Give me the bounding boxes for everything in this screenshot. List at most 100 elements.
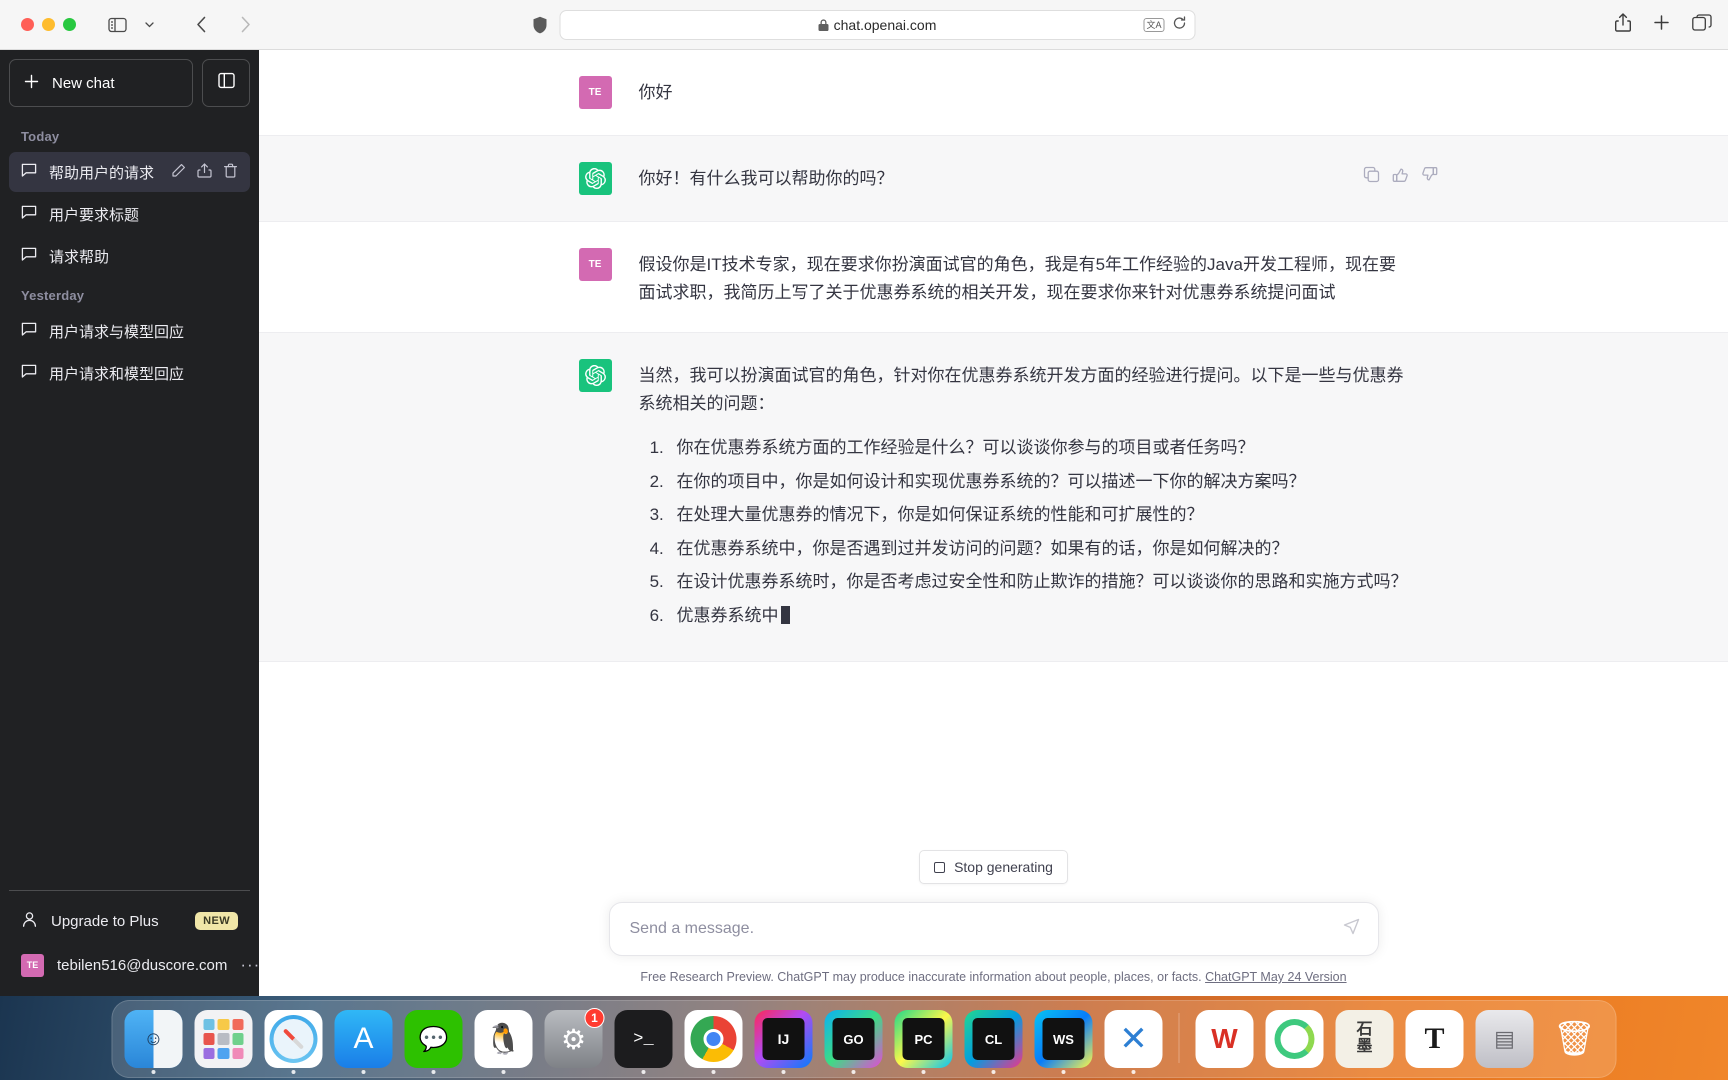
running-indicator	[432, 1070, 436, 1074]
dock-item-webstorm[interactable]: WS	[1033, 1010, 1095, 1077]
history-group-today: Today 帮助用户的请求	[9, 119, 250, 276]
chat-bubble-icon	[21, 162, 37, 182]
stop-generating-button[interactable]: Stop generating	[919, 850, 1068, 884]
trash-icon[interactable]	[223, 163, 238, 182]
message-composer[interactable]	[609, 902, 1379, 956]
copy-icon[interactable]	[1363, 166, 1380, 188]
downloads-stack-icon: ▤	[1476, 1010, 1534, 1068]
ellipsis-icon[interactable]: ···	[240, 955, 260, 975]
chat-history-item[interactable]: 用户请求与模型回应	[9, 311, 250, 351]
new-chat-button[interactable]: New chat	[9, 59, 193, 107]
dock-item-trash[interactable]: 🗑	[1544, 1010, 1606, 1077]
minimize-window-button[interactable]	[42, 18, 55, 31]
chevron-down-icon[interactable]	[134, 12, 164, 38]
running-indicator	[1062, 1070, 1066, 1074]
chat-message-assistant: 你好！有什么我可以帮助你的吗？	[259, 135, 1728, 222]
notification-badge: 1	[585, 1008, 605, 1028]
close-window-button[interactable]	[21, 18, 34, 31]
shimo-docs-icon: 石墨	[1336, 1010, 1394, 1068]
chat-history-item[interactable]: 帮助用户的请求	[9, 152, 250, 192]
running-indicator	[712, 1070, 716, 1074]
dock-item-goland[interactable]: GO	[823, 1010, 885, 1077]
lock-icon	[819, 19, 829, 31]
system-settings-icon: ⚙1	[545, 1010, 603, 1068]
dock-item-pycharm[interactable]: PC	[893, 1010, 955, 1077]
sidebar-toggle-icon[interactable]	[102, 12, 132, 38]
dock-item-launchpad[interactable]	[193, 1010, 255, 1077]
desktop-background: ☺	[0, 996, 1728, 1080]
chat-bubble-icon	[21, 321, 37, 341]
history-group-label: Yesterday	[9, 278, 250, 311]
app-store-icon: A	[335, 1010, 393, 1068]
chat-history-item[interactable]: 用户请求和模型回应	[9, 353, 250, 393]
reload-icon[interactable]	[1173, 16, 1187, 33]
dock-item-clion[interactable]: CL	[963, 1010, 1025, 1077]
browser-right-controls	[1615, 0, 1712, 49]
history-group-label: Today	[9, 119, 250, 152]
dock-item-vs-code[interactable]: ✕	[1103, 1010, 1165, 1077]
typora-icon: T	[1406, 1010, 1464, 1068]
share-icon[interactable]	[197, 163, 212, 182]
url-input[interactable]: chat.openai.com 文A	[560, 10, 1196, 40]
send-icon[interactable]	[1343, 918, 1360, 940]
tab-overview-icon[interactable]	[1692, 14, 1712, 36]
running-indicator	[852, 1070, 856, 1074]
dock-item-finder[interactable]: ☺	[123, 1010, 185, 1077]
edit-icon[interactable]	[171, 163, 186, 182]
dock-item-system-settings[interactable]: ⚙1	[543, 1010, 605, 1077]
dock-item-safari[interactable]	[263, 1010, 325, 1077]
dock-item-app-store[interactable]: A	[333, 1010, 395, 1077]
sidebar: New chat Today	[0, 50, 259, 996]
list-item: 在设计优惠券系统时，你是否考虑过安全性和防止欺诈的措施？可以谈谈你的思路和实施方…	[669, 568, 1409, 596]
dock-item-wps-office[interactable]: W	[1194, 1010, 1256, 1077]
upgrade-to-plus-button[interactable]: Upgrade to Plus NEW	[9, 899, 250, 943]
message-text: 你好	[639, 79, 1409, 107]
chat-message-user: TE 你好	[259, 50, 1728, 135]
account-row[interactable]: TE tebilen516@duscore.com ···	[9, 943, 250, 987]
dock-item-typora[interactable]: T	[1404, 1010, 1466, 1077]
stop-generating-container: Stop generating	[259, 850, 1728, 884]
dock-item-qq[interactable]: 🐧	[473, 1010, 535, 1077]
running-indicator	[782, 1070, 786, 1074]
window-traffic-lights	[21, 18, 76, 31]
share-icon[interactable]	[1615, 13, 1631, 37]
translate-icon[interactable]: 文A	[1143, 18, 1164, 32]
message-text: 你好！有什么我可以帮助你的吗？	[639, 165, 1409, 193]
collapse-sidebar-button[interactable]	[202, 59, 250, 107]
composer-area: Stop generating Free Research Preview. C…	[259, 850, 1728, 996]
chat-history-item[interactable]: 请求帮助	[9, 236, 250, 276]
dock-item-wechat[interactable]: 💬	[403, 1010, 465, 1077]
running-indicator	[1132, 1070, 1136, 1074]
running-indicator	[642, 1070, 646, 1074]
clion-icon: CL	[965, 1010, 1023, 1068]
message-input[interactable]	[630, 920, 1358, 938]
version-link[interactable]: ChatGPT May 24 Version	[1205, 970, 1347, 984]
plus-icon[interactable]	[1653, 14, 1670, 36]
thumbs-up-icon[interactable]	[1392, 166, 1409, 188]
dock-item-thunder[interactable]	[1264, 1010, 1326, 1077]
list-item: 在处理大量优惠券的情况下，你是如何保证系统的性能和可扩展性的？	[669, 501, 1409, 529]
dock-item-shimo-docs[interactable]: 石墨	[1334, 1010, 1396, 1077]
maximize-window-button[interactable]	[63, 18, 76, 31]
dock-item-terminal[interactable]: >_	[613, 1010, 675, 1077]
running-indicator	[922, 1070, 926, 1074]
trash-icon: 🗑	[1546, 1010, 1604, 1068]
thunder-icon	[1266, 1010, 1324, 1068]
dock-item-intellij-idea[interactable]: IJ	[753, 1010, 815, 1077]
streaming-cursor-icon	[781, 606, 790, 624]
chat-history-list: Today 帮助用户的请求	[9, 119, 250, 890]
message-numbered-list: 你在优惠券系统方面的工作经验是什么？可以谈谈你参与的项目或者任务吗？ 在你的项目…	[639, 434, 1409, 629]
history-group-yesterday: Yesterday 用户请求与模型回应 用户请求和模型回应	[9, 278, 250, 393]
avatar: TE	[579, 76, 612, 109]
dock-item-downloads-stack[interactable]: ▤	[1474, 1010, 1536, 1077]
chat-history-item[interactable]: 用户要求标题	[9, 194, 250, 234]
chat-history-title: 用户请求与模型回应	[49, 321, 238, 342]
intellij-idea-icon: IJ	[755, 1010, 813, 1068]
panel-collapse-icon	[218, 72, 235, 94]
shield-icon[interactable]	[533, 16, 548, 34]
thumbs-down-icon[interactable]	[1421, 166, 1438, 188]
back-arrow-icon[interactable]	[186, 12, 216, 38]
dock-item-chrome[interactable]	[683, 1010, 745, 1077]
forward-arrow-icon[interactable]	[230, 12, 260, 38]
finder-icon: ☺	[125, 1010, 183, 1068]
